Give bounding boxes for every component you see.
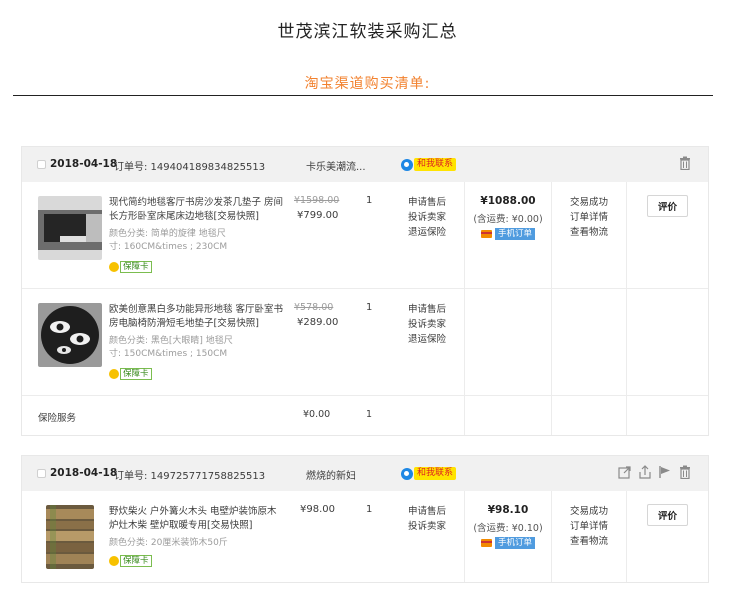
chat-icon <box>401 467 413 480</box>
order-action-cell: 评价 <box>626 491 708 582</box>
order-total-cell: ¥98.10 (含运费: ¥0.10) 手机订单 <box>464 491 551 582</box>
order-status-cell: 交易成功 订单详情 查看物流 <box>551 182 626 435</box>
page-title: 世茂滨江软装采购汇总 <box>277 22 458 42</box>
complain-seller-link[interactable]: 投诉卖家 <box>408 519 446 534</box>
trash-icon[interactable] <box>678 465 692 479</box>
insurance-qty: 1 <box>366 409 373 420</box>
contact-seller-button[interactable]: 和我联系 <box>401 466 457 481</box>
guarantee-badge[interactable]: 保障卡 <box>109 261 152 273</box>
snapshot-link[interactable]: [交易快照] <box>207 520 252 531</box>
order-status-cell: 交易成功 订单详情 查看物流 <box>551 491 626 582</box>
after-sale-link[interactable]: 申请售后 <box>408 195 446 210</box>
unit-price: ¥799.00 <box>297 210 339 221</box>
service-links: 申请售后 投诉卖家 <box>408 504 446 534</box>
service-links: 申请售后 投诉卖家 退运保险 <box>408 302 446 347</box>
rate-button[interactable]: 评价 <box>647 195 688 217</box>
rate-button[interactable]: 评价 <box>647 504 688 526</box>
order-detail-link[interactable]: 订单详情 <box>570 210 626 225</box>
snapshot-link[interactable]: [交易快照] <box>214 211 259 222</box>
contact-seller-button[interactable]: 和我联系 <box>401 157 457 172</box>
order-detail-link[interactable]: 订单详情 <box>570 519 626 534</box>
upload-icon[interactable] <box>638 465 652 479</box>
order-number: 订单号: 149404189834825513 <box>114 162 266 173</box>
shop-name[interactable]: 燃烧的新妇 <box>306 467 356 482</box>
subtitle-divider <box>13 95 713 96</box>
contact-seller-label: 和我联系 <box>414 467 457 480</box>
product-title[interactable]: 野炊柴火 户外篝火木头 电壁炉装饰原木炉灶木柴 壁炉取暖专用[交易快照] <box>109 505 285 533</box>
unit-price: ¥98.00 <box>300 504 335 515</box>
original-price: ¥1598.00 <box>294 195 340 206</box>
order-header: 2018-04-18 订单号: 149725771758825513 燃烧的新妇… <box>22 456 708 491</box>
quantity: 1 <box>366 195 373 206</box>
insurance-name: 保险服务 <box>38 413 77 424</box>
order-actions <box>618 465 692 479</box>
card-icon <box>480 539 492 547</box>
mobile-order-tag: 手机订单 <box>465 537 551 549</box>
unit-price: ¥289.00 <box>297 317 339 328</box>
original-price: ¥578.00 <box>294 302 334 313</box>
insurance-price: ¥0.00 <box>303 409 331 420</box>
order-card: 2018-04-18 订单号: 149404189834825513 卡乐美潮流… <box>21 146 709 436</box>
shipping-fee: (含运费: ¥0.00) <box>473 214 543 225</box>
guarantee-badge[interactable]: 保障卡 <box>109 368 152 380</box>
product-spec: 颜色分类: 20厘米装饰木50斤 <box>109 538 228 548</box>
order-actions <box>678 156 692 170</box>
page-subtitle: 淘宝渠道购买清单: <box>304 76 431 92</box>
share-icon[interactable] <box>618 465 632 479</box>
service-links: 申请售后 投诉卖家 退运保险 <box>408 195 446 240</box>
order-total-cell: ¥1088.00 (含运费: ¥0.00) 手机订单 <box>464 182 551 435</box>
chat-icon <box>401 158 413 171</box>
complain-seller-link[interactable]: 投诉卖家 <box>408 317 446 332</box>
order-date: 2018-04-18 <box>50 158 118 170</box>
order-card: 2018-04-18 订单号: 149725771758825513 燃烧的新妇… <box>21 455 709 583</box>
guarantee-icon <box>109 556 119 566</box>
product-thumbnail[interactable] <box>46 505 94 569</box>
order-status: 交易成功 <box>570 506 609 517</box>
quantity: 1 <box>366 504 373 515</box>
trash-icon[interactable] <box>678 156 692 170</box>
flag-icon[interactable] <box>658 465 672 479</box>
product-spec: 颜色分类: 简单的旋律 地毯尺 寸: 160CM&times ; 230CM <box>109 229 228 252</box>
shop-name[interactable]: 卡乐美潮流... <box>306 158 366 173</box>
product-spec: 颜色分类: 黑色[大眼睛] 地毯尺 寸: 150CM&times ; 150CM <box>109 336 233 359</box>
product-title[interactable]: 现代简约地毯客厅书房沙发茶几垫子 房间长方形卧室床尾床边地毯[交易快照] <box>109 196 285 224</box>
order-action-cell: 评价 <box>626 182 708 435</box>
view-logistics-link[interactable]: 查看物流 <box>570 225 626 240</box>
after-sale-link[interactable]: 申请售后 <box>408 504 446 519</box>
after-sale-link[interactable]: 申请售后 <box>408 302 446 317</box>
order-status: 交易成功 <box>570 197 609 208</box>
return-insurance-link[interactable]: 退运保险 <box>408 225 446 240</box>
order-select-checkbox[interactable] <box>37 469 46 478</box>
product-thumbnail[interactable] <box>38 196 102 260</box>
quantity: 1 <box>366 302 373 313</box>
order-header: 2018-04-18 订单号: 149404189834825513 卡乐美潮流… <box>22 147 708 182</box>
guarantee-icon <box>109 369 119 379</box>
snapshot-link[interactable]: [交易快照] <box>214 318 259 329</box>
order-total: ¥1088.00 <box>480 195 536 207</box>
product-title[interactable]: 欧美创意黑白多功能异形地毯 客厅卧室书房电脑椅防滑短毛地垫子[交易快照] <box>109 303 285 331</box>
complain-seller-link[interactable]: 投诉卖家 <box>408 210 446 225</box>
order-total: ¥98.10 <box>487 504 529 516</box>
product-thumbnail[interactable] <box>38 303 102 367</box>
card-icon <box>480 230 492 238</box>
guarantee-badge[interactable]: 保障卡 <box>109 555 152 567</box>
guarantee-icon <box>109 262 119 272</box>
order-date: 2018-04-18 <box>50 467 118 479</box>
shipping-fee: (含运费: ¥0.10) <box>473 523 543 534</box>
contact-seller-label: 和我联系 <box>414 158 457 171</box>
view-logistics-link[interactable]: 查看物流 <box>570 534 626 549</box>
order-select-checkbox[interactable] <box>37 160 46 169</box>
order-number: 订单号: 149725771758825513 <box>114 471 266 482</box>
mobile-order-tag: 手机订单 <box>465 228 551 240</box>
return-insurance-link[interactable]: 退运保险 <box>408 332 446 347</box>
